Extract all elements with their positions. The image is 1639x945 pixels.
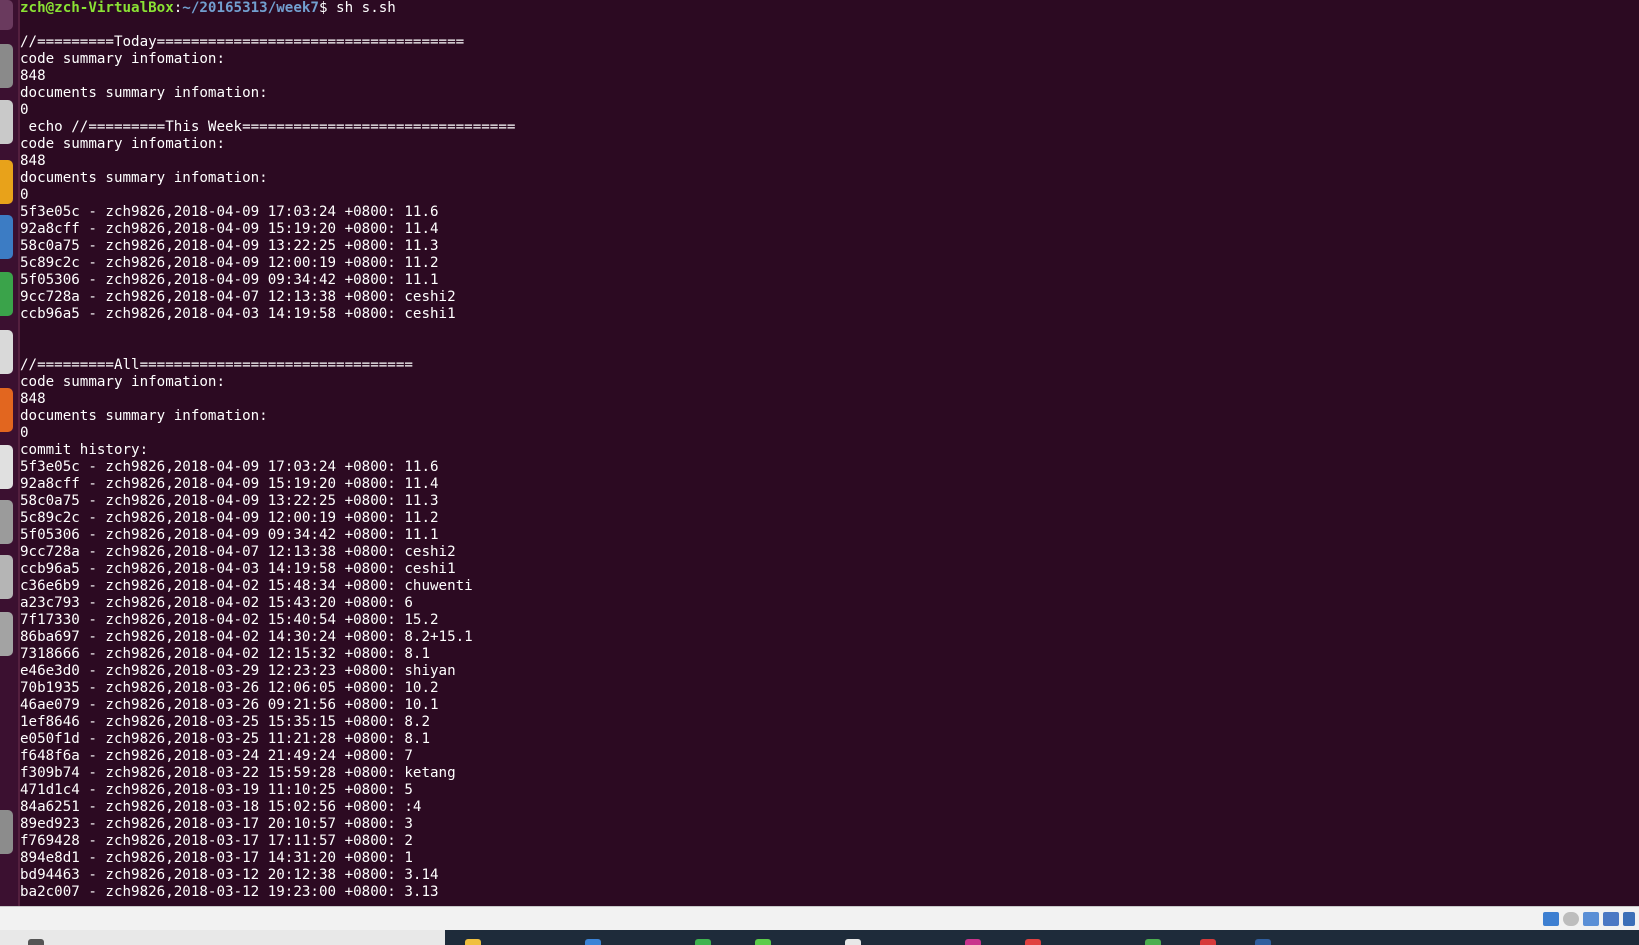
terminal-launcher-icon[interactable] bbox=[0, 0, 13, 30]
terminal-line: 848 bbox=[20, 391, 46, 407]
display-icon[interactable] bbox=[1603, 912, 1619, 926]
usb-icon[interactable] bbox=[1583, 912, 1599, 926]
software-center-icon[interactable] bbox=[0, 388, 13, 432]
terminal-line: ba2c007 - zch9826,2018-03-12 19:23:00 +0… bbox=[20, 884, 439, 900]
taskbar-apps bbox=[445, 930, 1639, 945]
terminal-line: 5f05306 - zch9826,2018-04-09 09:34:42 +0… bbox=[20, 272, 439, 288]
terminal-line: 894e8d1 - zch9826,2018-03-17 14:31:20 +0… bbox=[20, 850, 413, 866]
trash-icon[interactable] bbox=[0, 810, 13, 854]
terminal-line: 7f17330 - zch9826,2018-04-02 15:40:54 +0… bbox=[20, 612, 439, 628]
prompt-path: ~/20165313/week7 bbox=[182, 0, 319, 16]
terminal-line: e46e3d0 - zch9826,2018-03-29 12:23:23 +0… bbox=[20, 663, 456, 679]
office-writer-icon[interactable] bbox=[0, 100, 13, 144]
terminal-line: 5c89c2c - zch9826,2018-04-09 12:00:19 +0… bbox=[20, 255, 439, 271]
terminal-line: 84a6251 - zch9826,2018-03-18 15:02:56 +0… bbox=[20, 799, 422, 815]
terminal-line: 92a8cff - zch9826,2018-04-09 15:19:20 +0… bbox=[20, 476, 439, 492]
terminal-line: c36e6b9 - zch9826,2018-04-02 15:48:34 +0… bbox=[20, 578, 473, 594]
terminal-line: e050f1d - zch9826,2018-03-25 11:21:28 +0… bbox=[20, 731, 430, 747]
terminal-line: code summary infomation: bbox=[20, 136, 225, 152]
text-editor-icon[interactable] bbox=[0, 215, 13, 259]
prompt-command: $ sh s.sh bbox=[318, 0, 396, 16]
virtualbox-icon[interactable] bbox=[1255, 939, 1271, 945]
virtualbox-status-bar bbox=[0, 906, 1639, 931]
host-taskbar bbox=[0, 930, 1639, 945]
terminal-line: 5f3e05c - zch9826,2018-04-09 17:03:24 +0… bbox=[20, 204, 439, 220]
terminal-line: code summary infomation: bbox=[20, 51, 225, 67]
terminal-line: 70b1935 - zch9826,2018-03-26 12:06:05 +0… bbox=[20, 680, 439, 696]
terminal-line: 7318666 - zch9826,2018-04-02 12:15:32 +0… bbox=[20, 646, 430, 662]
terminal-line: 1ef8646 - zch9826,2018-03-25 15:35:15 +0… bbox=[20, 714, 430, 730]
terminal-line: a23c793 - zch9826,2018-04-02 15:43:20 +0… bbox=[20, 595, 413, 611]
terminal-line: 92a8cff - zch9826,2018-04-09 15:19:20 +0… bbox=[20, 221, 439, 237]
notes-icon[interactable] bbox=[845, 939, 861, 945]
terminal-line: 58c0a75 - zch9826,2018-04-09 13:22:25 +0… bbox=[20, 493, 439, 509]
terminal-line: 0 bbox=[20, 187, 29, 203]
terminal-line: documents summary infomation: bbox=[20, 408, 268, 424]
wechat-icon[interactable] bbox=[755, 939, 771, 945]
settings-icon[interactable] bbox=[0, 500, 13, 544]
terminal-line: 9cc728a - zch9826,2018-04-07 12:13:38 +0… bbox=[20, 289, 456, 305]
terminal-line: //=========All==========================… bbox=[20, 357, 413, 373]
terminal-line: 848 bbox=[20, 153, 46, 169]
terminal-line: 5c89c2c - zch9826,2018-04-09 12:00:19 +0… bbox=[20, 510, 439, 526]
terminal-line: echo //=========This Week===============… bbox=[20, 119, 516, 135]
terminal-line: commit history: bbox=[20, 442, 149, 458]
tools-icon[interactable] bbox=[0, 555, 13, 599]
terminal-line: ccb96a5 - zch9826,2018-04-03 14:19:58 +0… bbox=[20, 561, 456, 577]
unity-launcher bbox=[0, 0, 20, 907]
terminal-line: ccb96a5 - zch9826,2018-04-03 14:19:58 +0… bbox=[20, 306, 456, 322]
terminal-line: documents summary infomation: bbox=[20, 170, 268, 186]
chat-icon[interactable] bbox=[695, 939, 711, 945]
amazon-icon[interactable] bbox=[0, 445, 13, 489]
shell-prompt: zch@zch-VirtualBox:~/20165313/week7$ sh … bbox=[20, 0, 396, 16]
terminal-line: code summary infomation: bbox=[20, 374, 225, 390]
search-icon[interactable] bbox=[28, 939, 44, 945]
terminal-line: 9cc728a - zch9826,2018-04-07 12:13:38 +0… bbox=[20, 544, 456, 560]
terminal-line: 0 bbox=[20, 102, 29, 118]
wps-icon[interactable] bbox=[1200, 939, 1216, 945]
terminal-line: 471d1c4 - zch9826,2018-03-19 11:10:25 +0… bbox=[20, 782, 413, 798]
optical-drive-icon[interactable] bbox=[1563, 912, 1579, 926]
office-icon[interactable] bbox=[1145, 939, 1161, 945]
file-explorer-icon[interactable] bbox=[465, 939, 481, 945]
files-icon[interactable] bbox=[0, 44, 13, 88]
terminal-output: //=========Today========================… bbox=[20, 17, 1639, 901]
browser-icon[interactable] bbox=[0, 160, 13, 204]
terminal-line: 86ba697 - zch9826,2018-04-02 14:30:24 +0… bbox=[20, 629, 473, 645]
terminal-window[interactable]: zch@zch-VirtualBox:~/20165313/week7$ sh … bbox=[20, 0, 1639, 906]
terminal-line: 58c0a75 - zch9826,2018-04-09 13:22:25 +0… bbox=[20, 238, 439, 254]
terminal-line: documents summary infomation: bbox=[20, 85, 268, 101]
terminal-line: 848 bbox=[20, 68, 46, 84]
network-icon[interactable] bbox=[1543, 912, 1559, 926]
terminal-line: 46ae079 - zch9826,2018-03-26 09:21:56 +0… bbox=[20, 697, 439, 713]
office-impress-icon[interactable] bbox=[0, 330, 13, 374]
mouse-integration-icon[interactable] bbox=[1623, 912, 1635, 926]
terminal-line: f769428 - zch9826,2018-03-17 17:11:57 +0… bbox=[20, 833, 413, 849]
office-calc-icon[interactable] bbox=[0, 272, 13, 316]
terminal-line: //=========Today========================… bbox=[20, 34, 465, 50]
browser-icon[interactable] bbox=[585, 939, 601, 945]
terminal-line: 5f3e05c - zch9826,2018-04-09 17:03:24 +0… bbox=[20, 459, 439, 475]
terminal-line: 89ed923 - zch9826,2018-03-17 20:10:57 +0… bbox=[20, 816, 413, 832]
record-icon[interactable] bbox=[1025, 939, 1041, 945]
prompt-user-host: zch@zch-VirtualBox bbox=[20, 0, 174, 16]
system-monitor-icon[interactable] bbox=[0, 612, 13, 656]
terminal-line: 0 bbox=[20, 425, 29, 441]
media-icon[interactable] bbox=[965, 939, 981, 945]
terminal-line: f648f6a - zch9826,2018-03-24 21:49:24 +0… bbox=[20, 748, 413, 764]
terminal-line: f309b74 - zch9826,2018-03-22 15:59:28 +0… bbox=[20, 765, 456, 781]
terminal-line: bd94463 - zch9826,2018-03-12 20:12:38 +0… bbox=[20, 867, 439, 883]
terminal-line: 5f05306 - zch9826,2018-04-09 09:34:42 +0… bbox=[20, 527, 439, 543]
